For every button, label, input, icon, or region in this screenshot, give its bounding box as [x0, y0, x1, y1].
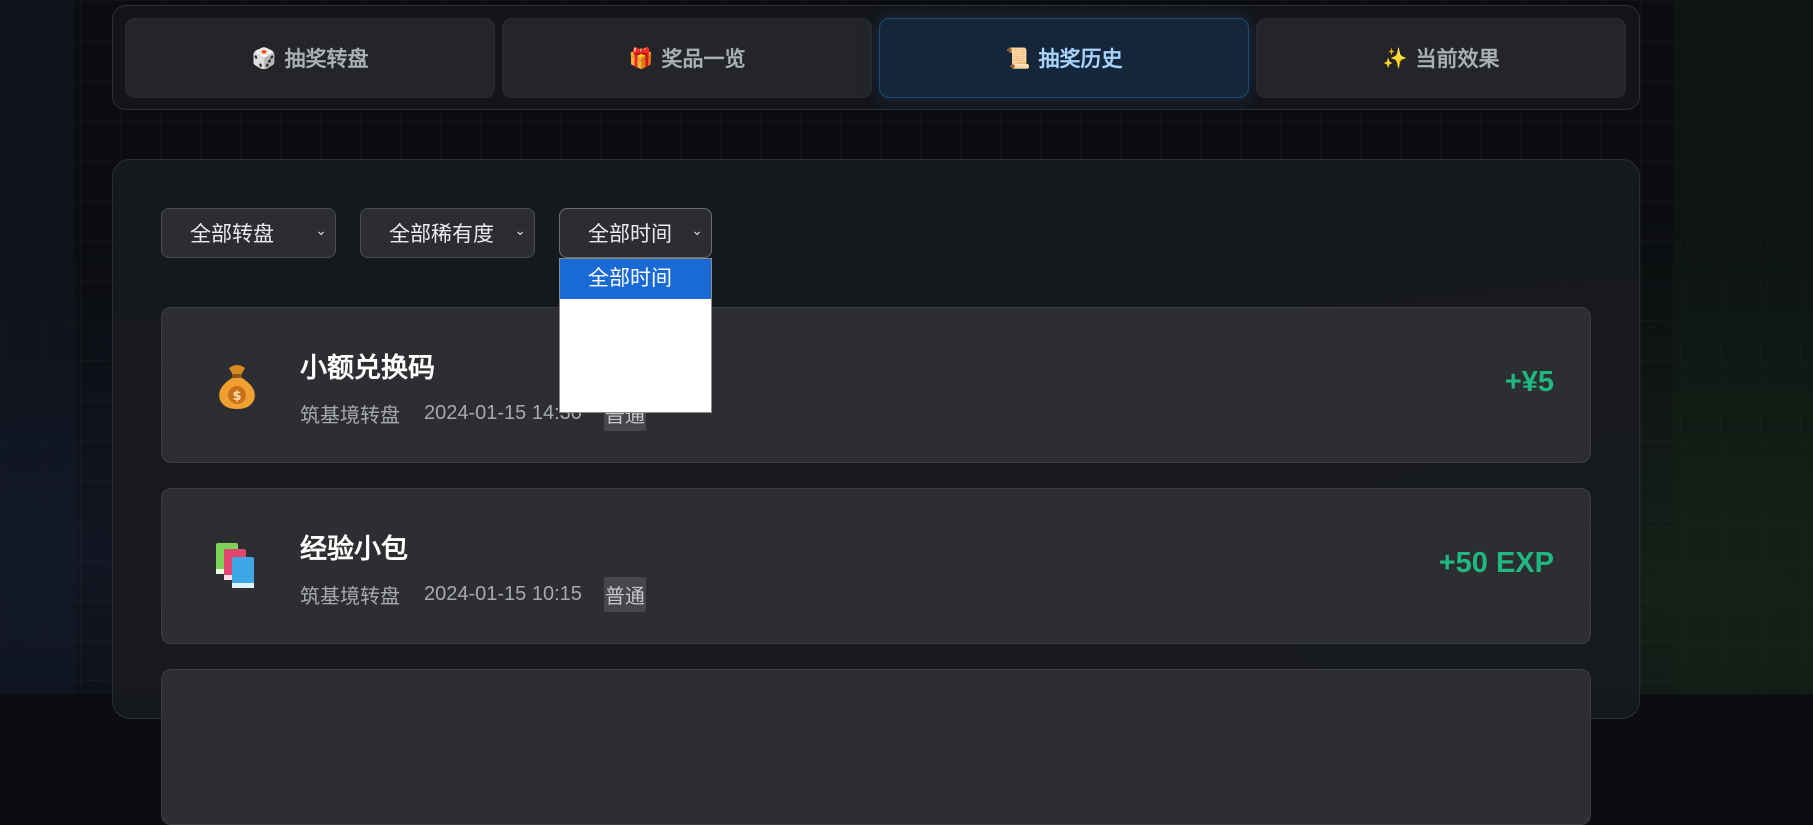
- select-value: 全部稀有度: [389, 223, 494, 246]
- money-bag-icon: $: [219, 365, 255, 409]
- tab-spin-wheel[interactable]: 🎲 抽奖转盘: [125, 18, 495, 98]
- tab-label: 抽奖历史: [1038, 48, 1123, 71]
- svg-text:$: $: [232, 389, 241, 404]
- chevron-down-icon: ⌄: [691, 222, 703, 238]
- item-wheel: 筑基境转盘: [300, 586, 400, 608]
- tab-effects[interactable]: ✨ 当前效果: [1256, 18, 1626, 98]
- tab-label: 当前效果: [1415, 48, 1500, 71]
- time-filter-select[interactable]: 全部时间 ⌄: [559, 208, 712, 258]
- history-item: $ 小额兑换码 筑基境转盘 2024-01-15 14:30 普通 +¥5: [161, 307, 1591, 463]
- tab-label: 抽奖转盘: [284, 48, 369, 71]
- item-name: 经验小包: [300, 534, 408, 564]
- dropdown-option[interactable]: 全部时间: [560, 259, 711, 299]
- right-edge-shade: [1673, 0, 1813, 694]
- wheel-filter-select[interactable]: 全部转盘 ⌄: [161, 208, 336, 258]
- tab-prizes[interactable]: 🎁 奖品一览: [502, 18, 872, 98]
- rarity-filter-select[interactable]: 全部稀有度 ⌄: [360, 208, 535, 258]
- tab-label: 奖品一览: [661, 48, 746, 71]
- time-filter-dropdown: 全部时间: [559, 258, 712, 413]
- select-value: 全部时间: [588, 223, 672, 246]
- item-time: 2024-01-15 10:15: [424, 583, 582, 605]
- history-item: 经验小包 筑基境转盘 2024-01-15 10:15 普通 +50 EXP: [161, 488, 1591, 644]
- select-value: 全部转盘: [190, 223, 274, 246]
- item-reward: +50 EXP: [1438, 547, 1554, 579]
- rarity-badge: 普通: [603, 577, 646, 612]
- chevron-down-icon: ⌄: [315, 222, 327, 238]
- gift-icon: 🎁: [628, 47, 654, 70]
- chevron-down-icon: ⌄: [514, 222, 526, 238]
- item-reward: +¥5: [1504, 366, 1554, 398]
- dice-icon: 🎲: [251, 47, 277, 70]
- scroll-icon: 📜: [1005, 47, 1031, 70]
- item-name: 小额兑换码: [300, 353, 435, 383]
- left-edge-shade: [0, 0, 75, 694]
- books-icon: [216, 543, 254, 588]
- sparkles-icon: ✨: [1382, 47, 1408, 70]
- tab-bar: 🎲 抽奖转盘 🎁 奖品一览 📜 抽奖历史 ✨ 当前效果: [112, 5, 1640, 110]
- item-wheel: 筑基境转盘: [300, 405, 400, 427]
- history-item: [161, 669, 1591, 825]
- tab-history[interactable]: 📜 抽奖历史: [879, 18, 1249, 98]
- item-meta: 筑基境转盘 2024-01-15 10:15 普通: [300, 577, 646, 612]
